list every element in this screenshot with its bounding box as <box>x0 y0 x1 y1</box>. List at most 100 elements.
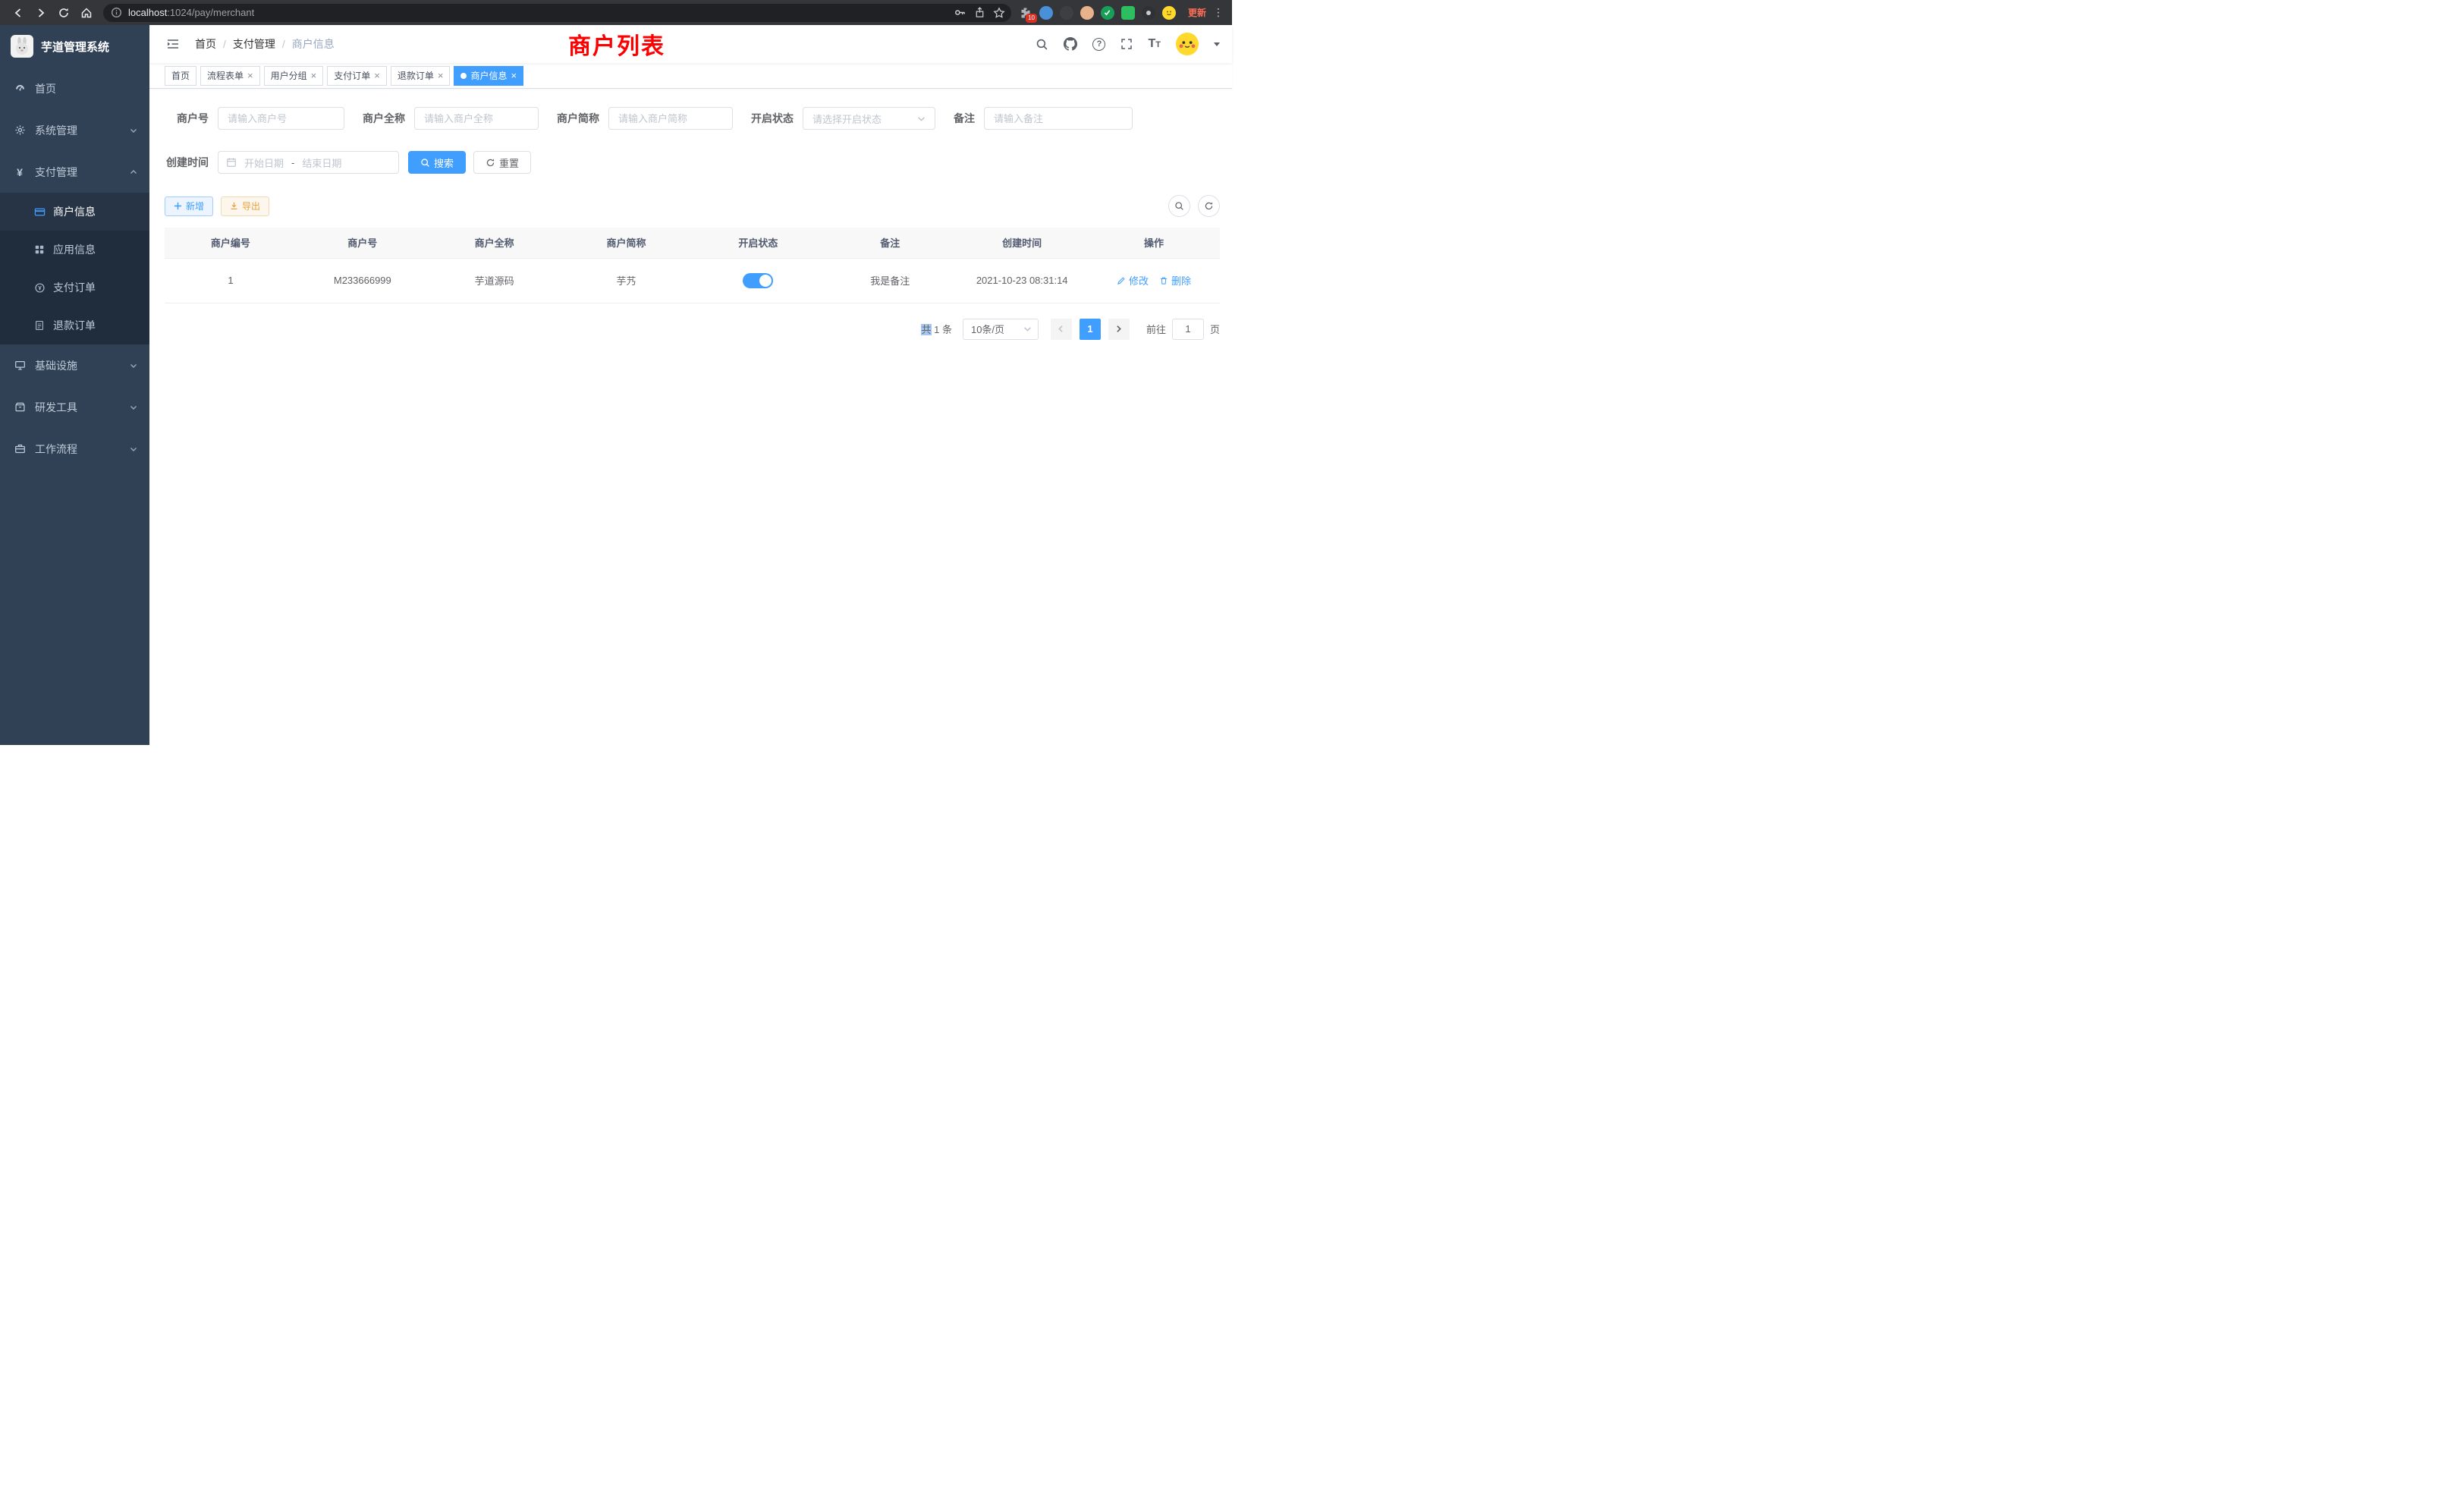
page-size-select[interactable]: 10条/页 <box>963 319 1039 340</box>
trash-icon <box>1159 276 1168 285</box>
address-bar[interactable]: localhost:1024/pay/merchant <box>103 4 1011 22</box>
browser-menu-icon[interactable]: ⋮ <box>1212 6 1224 19</box>
cell-merchant-no: M233666999 <box>297 258 429 303</box>
download-icon <box>230 202 238 210</box>
site-info-icon[interactable] <box>111 7 122 18</box>
sidebar-item-workflow[interactable]: 工作流程 <box>0 428 149 470</box>
goto-prefix: 前往 <box>1146 322 1166 336</box>
share-icon[interactable] <box>974 7 985 18</box>
end-date-placeholder: 结束日期 <box>302 156 341 170</box>
extension-note-icon[interactable] <box>1121 6 1135 20</box>
close-icon[interactable]: × <box>511 71 517 80</box>
tag-merchant-info[interactable]: 商户信息× <box>454 66 523 86</box>
sidebar-item-devtools[interactable]: 研发工具 <box>0 386 149 428</box>
header-search-icon[interactable] <box>1036 38 1048 51</box>
tag-process-form[interactable]: 流程表单× <box>200 66 260 86</box>
breadcrumb-payment[interactable]: 支付管理 <box>233 36 275 52</box>
chevron-up-icon <box>130 168 137 176</box>
add-button[interactable]: 新增 <box>165 196 213 216</box>
back-icon[interactable] <box>8 2 29 24</box>
close-icon[interactable]: × <box>247 71 253 80</box>
close-icon[interactable]: × <box>374 71 380 80</box>
merchant-no-input[interactable] <box>218 107 344 130</box>
sidebar-item-merchant-info[interactable]: 商户信息 <box>0 193 149 231</box>
extension-dark-icon[interactable] <box>1060 6 1073 20</box>
help-icon[interactable]: ? <box>1092 38 1105 51</box>
remark-label: 备注 <box>954 111 975 126</box>
cell-merchant-name: 芋道源码 <box>429 258 561 303</box>
fullscreen-icon[interactable] <box>1120 38 1133 50</box>
sidebar-item-label: 退款订单 <box>53 318 96 333</box>
chevron-down-icon <box>917 115 926 123</box>
sidebar-item-refund-orders[interactable]: 退款订单 <box>0 306 149 344</box>
delete-link[interactable]: 删除 <box>1159 273 1191 288</box>
reload-icon[interactable] <box>53 2 74 24</box>
date-range-picker[interactable]: 开始日期 - 结束日期 <box>218 151 399 174</box>
sidebar-item-payment[interactable]: ¥ 支付管理 <box>0 151 149 193</box>
reset-button[interactable]: 重置 <box>473 151 531 174</box>
tag-user-group[interactable]: 用户分组× <box>264 66 324 86</box>
sidebar-item-app-info[interactable]: 应用信息 <box>0 231 149 269</box>
font-size-icon[interactable]: TT <box>1148 37 1161 51</box>
yen-icon: ¥ <box>14 166 26 178</box>
sidebar-item-infra[interactable]: 基础设施 <box>0 344 149 386</box>
cell-merchant-id: 1 <box>165 258 297 303</box>
logo-rabbit-icon <box>11 35 33 58</box>
breadcrumb-current: 商户信息 <box>292 36 335 52</box>
avatar-caret-icon[interactable] <box>1214 42 1220 46</box>
table-header-row: 商户编号 商户号 商户全称 商户简称 开启状态 备注 创建时间 操作 <box>165 228 1220 258</box>
merchant-short-input[interactable] <box>608 107 733 130</box>
export-button[interactable]: 导出 <box>221 196 269 216</box>
prev-page-button[interactable] <box>1051 319 1072 340</box>
status-toggle[interactable] <box>743 273 773 288</box>
merchant-short-label: 商户简称 <box>557 111 599 126</box>
sidebar-item-label: 首页 <box>35 81 56 96</box>
breadcrumb-home[interactable]: 首页 <box>195 36 216 52</box>
home-icon[interactable] <box>76 2 97 24</box>
sidebar-item-label: 研发工具 <box>35 400 77 415</box>
edit-link[interactable]: 修改 <box>1117 273 1149 288</box>
extension-pinwheel-icon[interactable] <box>1142 6 1155 20</box>
sidebar-item-home[interactable]: 首页 <box>0 68 149 109</box>
calendar-icon <box>226 157 237 168</box>
extension-drop-icon[interactable] <box>1039 6 1053 20</box>
extension-emoji-icon[interactable] <box>1162 6 1176 20</box>
sidebar-item-system[interactable]: 系统管理 <box>0 109 149 151</box>
gear-icon <box>14 124 26 137</box>
chevron-down-icon <box>130 404 137 411</box>
search-button[interactable]: 搜索 <box>408 151 466 174</box>
next-page-button[interactable] <box>1108 319 1130 340</box>
close-icon[interactable]: × <box>311 71 317 80</box>
goto-page-input[interactable] <box>1172 319 1204 340</box>
page-number-button[interactable]: 1 <box>1080 319 1101 340</box>
tag-home[interactable]: 首页 <box>165 66 196 86</box>
sidebar-toggle-icon[interactable] <box>160 31 186 57</box>
browser-update-button[interactable]: 更新 <box>1183 4 1211 21</box>
sidebar-item-label: 工作流程 <box>35 442 77 457</box>
bookmark-star-icon[interactable] <box>993 7 1005 19</box>
extension-green-check-icon[interactable] <box>1101 6 1114 20</box>
toggle-search-button[interactable] <box>1168 195 1190 217</box>
forward-icon[interactable] <box>30 2 52 24</box>
start-date-placeholder: 开始日期 <box>244 156 284 170</box>
user-avatar[interactable] <box>1176 33 1199 55</box>
tag-pay-order[interactable]: 支付订单× <box>327 66 387 86</box>
extensions-puzzle-icon[interactable]: 10 <box>1019 6 1032 20</box>
sidebar-item-pay-orders[interactable]: 支付订单 <box>0 269 149 306</box>
tag-refund-order[interactable]: 退款订单× <box>391 66 451 86</box>
merchant-name-input[interactable] <box>414 107 539 130</box>
status-select[interactable]: 请选择开启状态 <box>803 107 935 130</box>
cell-create-time: 2021-10-23 08:31:14 <box>956 258 1088 303</box>
extension-avatar-icon[interactable] <box>1080 6 1094 20</box>
page-annotation: 商户列表 <box>568 27 665 61</box>
github-icon[interactable] <box>1064 37 1077 51</box>
refresh-table-button[interactable] <box>1198 195 1220 217</box>
remark-input[interactable] <box>984 107 1133 130</box>
merchant-no-label: 商户号 <box>165 111 209 126</box>
search-icon <box>1174 201 1184 211</box>
page-content: 商户号 商户全称 商户简称 开启状态 请选择开启状态 <box>149 89 1232 745</box>
extension-badge: 10 <box>1026 14 1037 23</box>
password-key-icon[interactable] <box>954 6 966 19</box>
merchant-name-label: 商户全称 <box>363 111 405 126</box>
close-icon[interactable]: × <box>438 71 444 80</box>
